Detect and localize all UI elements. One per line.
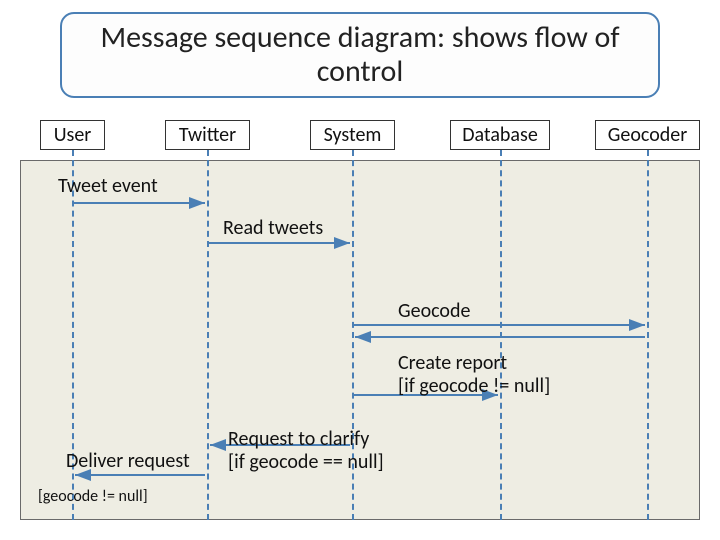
label-request-clarify: Request to clarify [if geocode == null]: [228, 428, 384, 474]
label-deliver-request: Deliver request: [66, 450, 190, 473]
label-geocode: Geocode: [398, 300, 470, 323]
label-create-report: Create report [if geocode != null]: [398, 352, 550, 398]
label-tweet-event: Tweet event: [58, 175, 158, 198]
label-read-tweets: Read tweets: [223, 217, 323, 240]
label-deliver-guard: [geocode != null]: [38, 488, 148, 506]
